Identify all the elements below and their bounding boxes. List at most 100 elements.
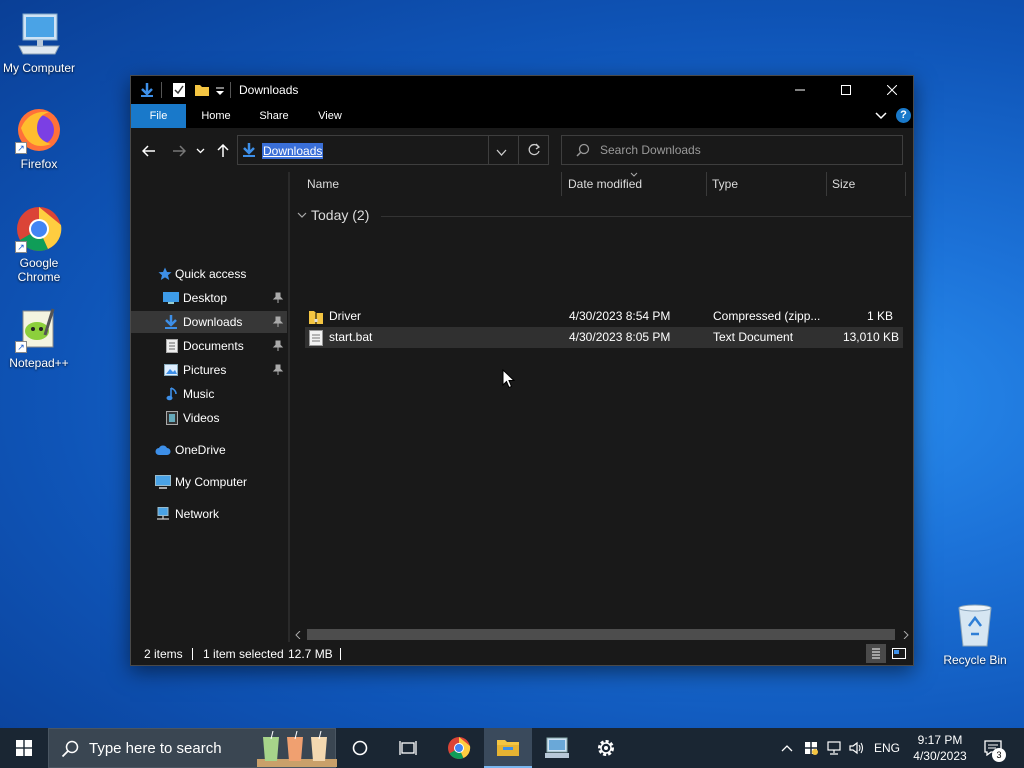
address-bar[interactable]: Downloads [237,135,549,165]
chrome-icon [448,737,471,759]
start-button[interactable] [0,728,48,768]
file-size: 1 KB [866,309,893,323]
search-input[interactable] [600,142,890,158]
nav-label: Pictures [183,363,227,377]
nav-item-desktop[interactable]: Desktop [131,287,287,309]
tab-home[interactable]: Home [193,104,239,128]
gear-icon [598,740,614,756]
pane-divider[interactable] [288,172,290,642]
column-header-name[interactable]: Name [307,172,339,196]
bubble-tea-search-highlight-icon [257,731,337,767]
action-center-button[interactable]: 3 [978,728,1008,768]
nav-item-documents[interactable]: Documents [131,335,287,357]
table-row[interactable]: Driver 4/30/2023 8:54 PM Compressed (zip… [305,306,903,327]
nav-onedrive[interactable]: OneDrive [131,439,287,461]
large-icons-view-button[interactable] [889,644,909,663]
expand-ribbon-button[interactable] [875,110,887,125]
notepad-plus-plus-icon: ↗ [15,305,63,353]
cortana-button[interactable] [340,728,380,768]
forward-button[interactable] [169,142,189,160]
pin-icon [272,292,284,303]
column-divider[interactable] [706,172,707,196]
close-button[interactable] [869,76,915,104]
nav-my-computer[interactable]: My Computer [131,471,287,493]
taskbar-search-box[interactable]: Type here to search [48,728,337,768]
taskbar-clock[interactable]: 9:17 PM 4/30/2023 [904,732,976,764]
taskbar-settings-button[interactable] [584,728,628,768]
nav-item-videos[interactable]: Videos [131,407,287,429]
properties-icon[interactable] [172,82,186,98]
security-tray-button[interactable] [800,728,822,768]
arrow-up-icon [217,144,229,157]
new-folder-icon[interactable] [194,82,210,98]
network-tray-button[interactable] [824,728,846,768]
address-text[interactable]: Downloads [262,143,324,159]
recent-locations-button[interactable] [194,142,206,160]
desktop-icon-google-chrome[interactable]: ↗ Google Chrome [0,205,78,284]
desktop-icon-notepad-plus-plus[interactable]: ↗ Notepad++ [0,305,78,370]
taskbar-chrome-button[interactable] [436,728,482,768]
column-header-type[interactable]: Type [712,172,738,196]
file-type: Text Document [713,330,794,344]
desktop-icon-my-computer[interactable]: My Computer [0,10,78,75]
taskbar-app-button[interactable] [534,728,580,768]
title-bar[interactable]: Downloads [131,76,913,104]
table-row[interactable]: start.bat 4/30/2023 8:05 PM Text Documen… [305,327,903,348]
desktop-icon-firefox[interactable]: ↗ Firefox [0,106,78,171]
firefox-icon: ↗ [15,106,63,154]
group-header-today[interactable]: Today (2) [291,206,911,226]
file-explorer-icon [497,740,519,756]
status-bar: 2 items 1 item selected 12.7 MB [131,642,913,665]
desktop-icon-label: Google Chrome [17,256,61,284]
file-type: Compressed (zipp... [713,309,821,323]
column-divider[interactable] [826,172,827,196]
file-size: 13,010 KB [842,330,899,344]
nav-quick-access[interactable]: Quick access [131,263,287,285]
recycle-bin-icon [951,602,999,650]
cortana-icon [352,740,368,756]
qat-divider [230,82,231,98]
desktop-icon-recycle-bin[interactable]: Recycle Bin [936,602,1014,667]
help-icon[interactable]: ? [896,108,911,123]
column-header-date-modified[interactable]: Date modified [568,172,642,196]
language-indicator[interactable]: ENG [870,728,904,768]
desktop-icon-label: My Computer [2,61,76,75]
taskbar-file-explorer-button[interactable] [484,728,532,768]
windows-logo-icon [16,740,32,756]
refresh-button[interactable] [527,143,541,160]
scroll-right-icon[interactable] [903,631,909,639]
back-button[interactable] [139,142,159,160]
nav-item-downloads[interactable]: Downloads [131,311,287,333]
tab-file[interactable]: File [131,104,186,128]
show-hidden-icons-button[interactable] [778,728,796,768]
customize-qat-icon[interactable] [215,82,225,98]
tab-view[interactable]: View [307,104,353,128]
maximize-button[interactable] [823,76,869,104]
group-label: Today (2) [311,207,370,223]
search-box[interactable] [561,135,903,165]
pin-icon [272,364,284,375]
minimize-button[interactable] [777,76,823,104]
tab-share[interactable]: Share [251,104,297,128]
task-view-button[interactable] [388,728,428,768]
network-computer-icon [545,737,569,758]
column-divider[interactable] [905,172,906,196]
address-history-button[interactable] [496,146,507,160]
chevron-down-icon [297,212,307,218]
nav-network[interactable]: Network [131,503,287,525]
scrollbar-thumb[interactable] [307,629,895,640]
nav-item-pictures[interactable]: Pictures [131,359,287,381]
nav-item-music[interactable]: Music [131,383,287,405]
minimize-icon [795,89,805,91]
column-divider[interactable] [561,172,562,196]
horizontal-scrollbar[interactable] [291,627,913,642]
scroll-left-icon[interactable] [295,631,301,639]
details-view-button[interactable] [866,644,886,663]
chevron-down-icon [196,148,204,154]
up-button[interactable] [213,142,233,160]
column-header-size[interactable]: Size [832,172,855,196]
volume-tray-button[interactable] [846,728,868,768]
nav-label: OneDrive [175,443,226,457]
nav-label: Downloads [183,315,243,329]
desktop: My Computer ↗ Firefox ↗ Google Chrome ↗ … [0,0,1024,728]
